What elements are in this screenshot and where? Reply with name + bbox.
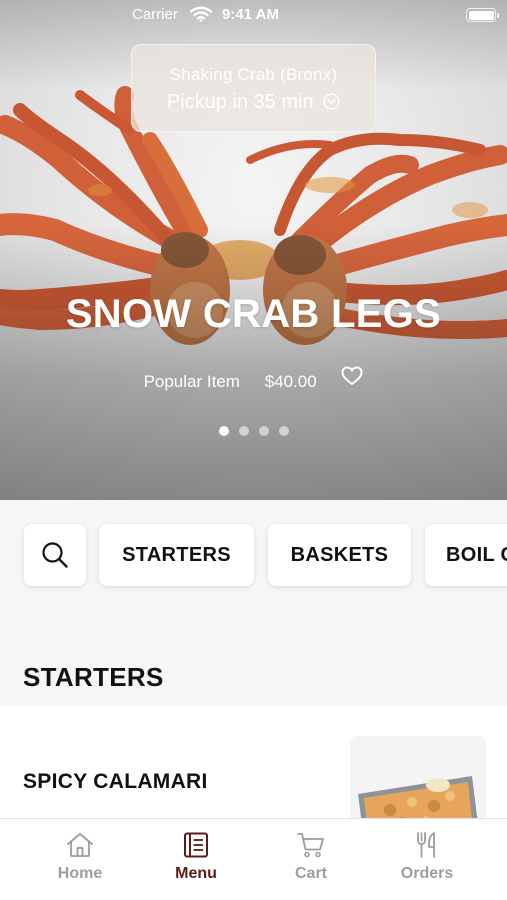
pager-dot[interactable]	[218, 426, 229, 436]
tab-orders[interactable]: Orders	[377, 831, 477, 883]
chevron-down-circle-icon	[323, 93, 340, 110]
tab-cart-label: Cart	[294, 865, 327, 882]
section-header: STARTERS	[0, 652, 507, 706]
tab-menu[interactable]: Menu	[146, 831, 246, 883]
fork-knife-icon	[417, 832, 435, 858]
category-boil-combos[interactable]: BOIL COMBOS	[425, 524, 507, 586]
category-bar[interactable]: STARTERS BASKETS BOIL COMBOS	[0, 500, 507, 652]
menu-item-card[interactable]: SPICY CALAMARI	[0, 706, 507, 846]
popular-badge: Popular Item	[143, 371, 240, 391]
hero-banner[interactable]: Carrier 9:41 AM Shaking Crab (Bronx) Pic…	[0, 0, 507, 500]
section-title: STARTERS	[23, 662, 164, 692]
pickup-eta: Pickup in 35 min	[166, 91, 314, 113]
search-icon	[42, 542, 68, 568]
pickup-eta-row: Pickup in 35 min	[132, 91, 375, 114]
home-icon	[67, 833, 93, 857]
heart-icon[interactable]	[341, 366, 363, 386]
status-bar: Carrier 9:41 AM	[0, 0, 507, 30]
featured-item-title: SNOW CRAB LEGS	[65, 292, 442, 336]
pager-dot[interactable]	[258, 426, 269, 436]
featured-item-meta: Popular Item $40.00	[0, 366, 507, 392]
menu-item-name: SPICY CALAMARI	[23, 770, 208, 793]
carrier-label: Carrier	[132, 6, 178, 23]
category-baskets[interactable]: BASKETS	[268, 524, 411, 586]
pickup-selector[interactable]: Shaking Crab (Bronx) Pickup in 35 min	[131, 44, 376, 132]
menu-book-icon	[184, 832, 208, 858]
category-starters[interactable]: STARTERS	[99, 524, 254, 586]
tab-home[interactable]: Home	[30, 831, 130, 883]
tab-cart[interactable]: Cart	[261, 831, 361, 883]
clock-label: 9:41 AM	[222, 6, 279, 23]
tab-bar: Home Menu Cart Orders	[0, 818, 507, 900]
carousel-pager[interactable]	[0, 423, 507, 441]
pager-dot[interactable]	[278, 426, 289, 436]
wifi-icon	[190, 6, 212, 22]
tab-menu-label: Menu	[175, 865, 217, 882]
pager-dot[interactable]	[238, 426, 249, 436]
store-name: Shaking Crab (Bronx)	[169, 65, 338, 84]
cart-icon	[297, 833, 324, 858]
featured-item-price: $40.00	[264, 371, 317, 391]
battery-icon	[466, 8, 499, 22]
tab-home-label: Home	[57, 865, 103, 882]
search-button[interactable]	[24, 524, 86, 586]
tab-orders-label: Orders	[400, 865, 454, 882]
